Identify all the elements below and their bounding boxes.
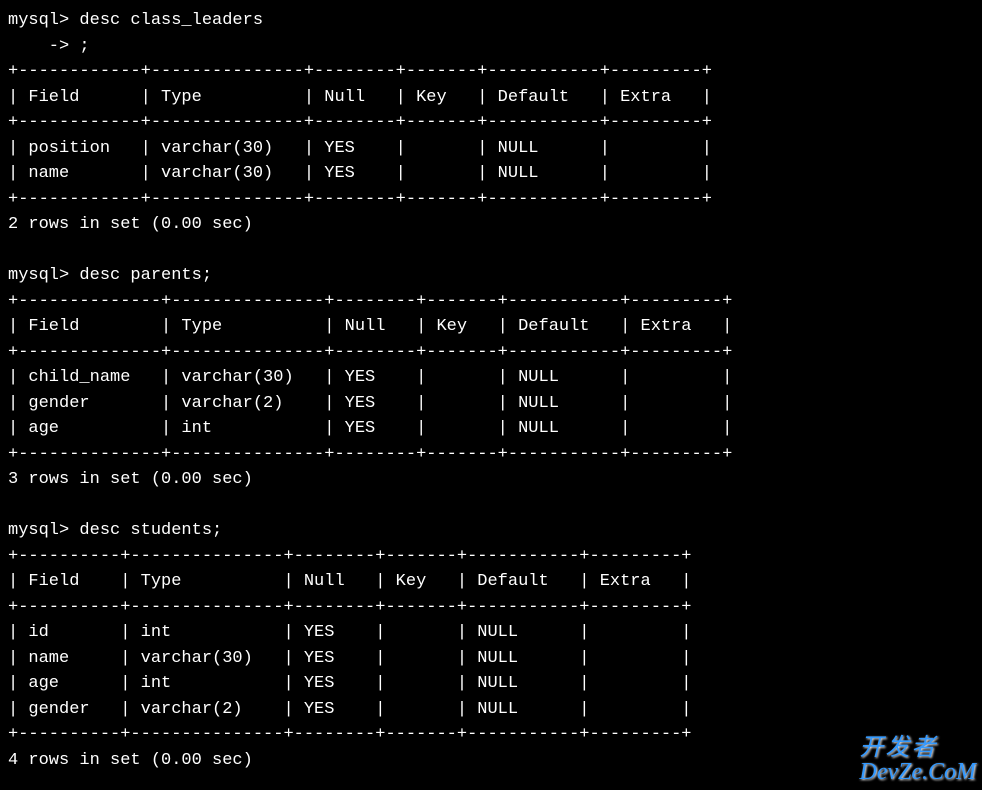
watermark: 开发者 DevZe.CoM — [859, 736, 976, 784]
watermark-line2: DevZe.CoM — [859, 760, 976, 784]
watermark-line1: 开发者 — [859, 736, 976, 760]
mysql-terminal-output: mysql> desc class_leaders -> ; +--------… — [8, 8, 974, 773]
